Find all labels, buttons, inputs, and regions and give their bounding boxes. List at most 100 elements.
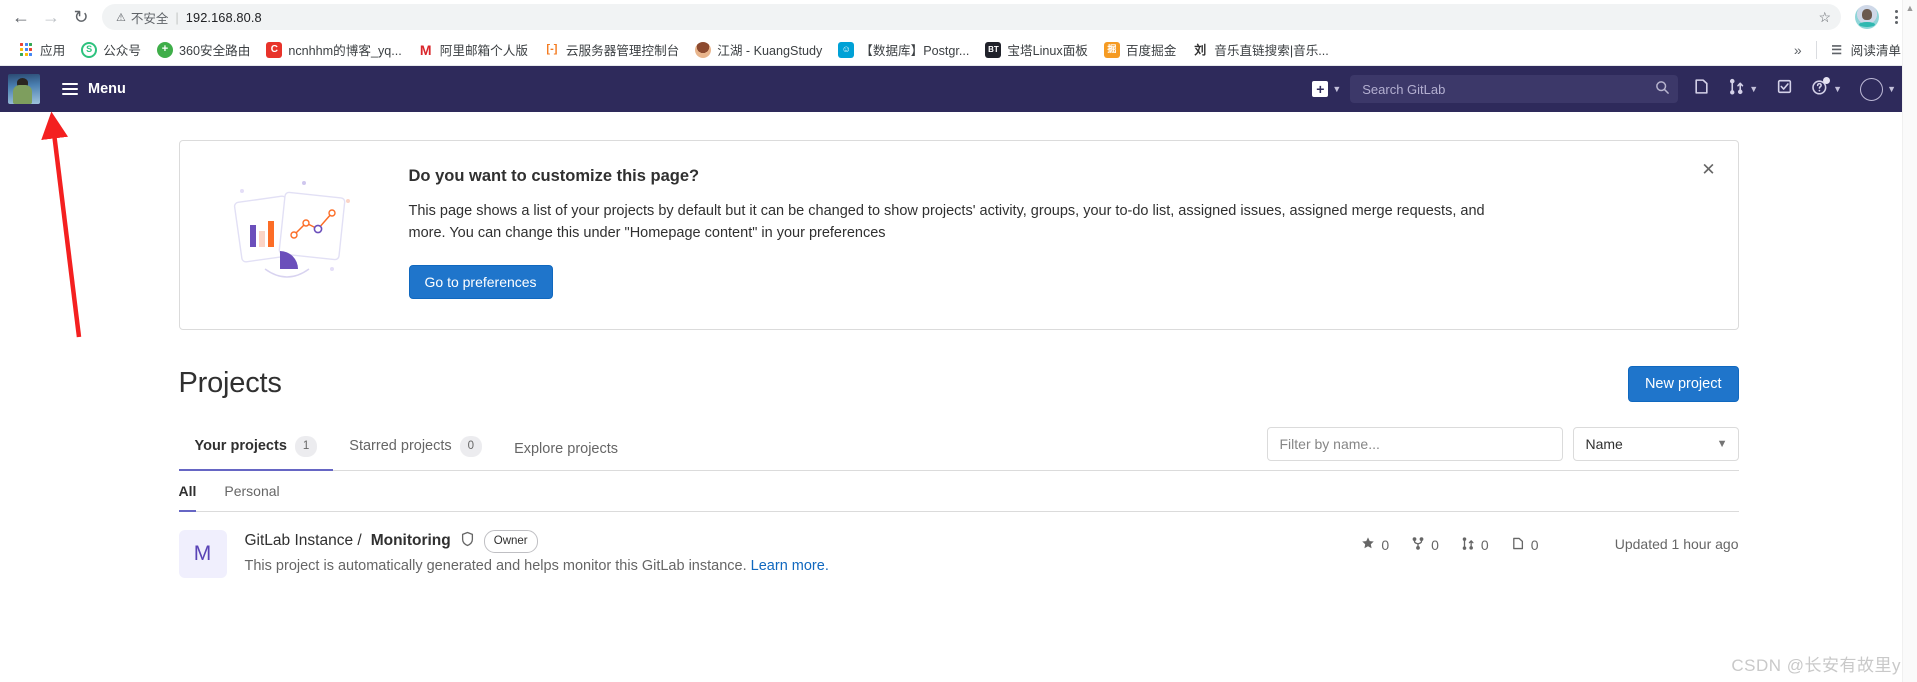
bookmark-label: ncnhhm的博客_yq... (288, 44, 402, 58)
bookmark-360-router[interactable]: + 360安全路由 (149, 37, 258, 62)
project-avatar: M (178, 529, 227, 578)
browser-toolbar: ← → ↻ ⚠ 不安全 | 192.168.80.8 ☆ (0, 0, 1917, 34)
banner-body: Do you want to customize this page? This… (385, 167, 1716, 299)
bookmark-label: 云服务器管理控制台 (565, 44, 680, 58)
stat-value: 0 (1431, 536, 1439, 553)
cloud-console-icon: [-] (543, 41, 560, 58)
hamburger-icon (62, 83, 78, 95)
page-title: Projects (178, 367, 282, 400)
chevron-down-icon: ▼ (1887, 84, 1896, 94)
merge-requests-button[interactable]: ▼ (1719, 72, 1767, 106)
content-container: Do you want to customize this page? This… (178, 112, 1739, 588)
csdn-blog-icon: C (266, 41, 283, 58)
go-to-preferences-button[interactable]: Go to preferences (408, 264, 553, 299)
back-arrow-icon[interactable]: ← (6, 2, 36, 32)
forward-arrow-icon: → (42, 7, 60, 27)
wechat-official-icon: S (81, 41, 98, 58)
projects-tabs: Your projects 1 Starred projects 0 Explo… (178, 424, 635, 471)
bookmark-kuangstudy[interactable]: 江湖 - KuangStudy (687, 37, 830, 62)
reading-list-icon: ☰ (1828, 41, 1845, 58)
subtab-personal[interactable]: Personal (224, 471, 293, 511)
table-row[interactable]: M GitLab Instance / Monitoring Owner Thi… (178, 512, 1739, 588)
address-bar[interactable]: ⚠ 不安全 | 192.168.80.8 ☆ (102, 4, 1841, 30)
bookmark-apps[interactable]: 应用 (10, 37, 73, 62)
close-x-icon[interactable]: ✕ (1698, 159, 1720, 181)
issues-icon (1693, 78, 1710, 100)
chevron-down-icon: ▼ (1749, 84, 1759, 94)
tab-starred-projects[interactable]: Starred projects 0 (333, 424, 498, 470)
bookmark-csdn-blog[interactable]: C ncnhhm的博客_yq... (258, 37, 409, 62)
bookmark-label: 阿里邮箱个人版 (439, 44, 528, 58)
bookmark-juejin[interactable]: 掘 百度掘金 (1096, 37, 1184, 62)
stat-stars[interactable]: 0 (1361, 536, 1389, 553)
projects-filters: Filter by name... Name ▼ (1266, 426, 1739, 467)
page-content: Do you want to customize this page? This… (0, 112, 1917, 682)
stat-value: 0 (1480, 536, 1489, 553)
bookmark-baota-panel[interactable]: BT 宝塔Linux面板 (977, 37, 1095, 62)
star-icon (1361, 536, 1375, 553)
chevron-down-icon: ▼ (1332, 84, 1342, 94)
reload-icon[interactable]: ↻ (66, 2, 96, 32)
apps-grid-icon (18, 42, 34, 58)
issues-button[interactable] (1684, 72, 1719, 106)
merge-request-icon (1728, 78, 1745, 100)
subtab-all[interactable]: All (178, 471, 211, 512)
filter-placeholder: Filter by name... (1279, 435, 1380, 452)
stat-merge-requests[interactable]: 0 (1461, 536, 1489, 554)
bookmarks-overflow-button[interactable]: » (1784, 42, 1812, 58)
tab-your-projects[interactable]: Your projects 1 (178, 424, 334, 471)
bookmark-label: 公众号 (103, 44, 141, 58)
projects-title-row: Projects New project (178, 365, 1739, 402)
search-input[interactable]: Search GitLab (1350, 75, 1679, 103)
main-menu-button[interactable]: Menu (54, 75, 134, 103)
scroll-up-arrow-icon[interactable]: ▲ (1903, 0, 1917, 13)
project-description-text: This project is automatically generated … (244, 557, 747, 574)
bookmark-label: 应用 (40, 44, 66, 58)
bilibili-icon: ☺ (838, 41, 855, 58)
bookmarks-divider (1815, 40, 1817, 59)
stat-issues[interactable]: 0 (1511, 536, 1539, 554)
banner-title: Do you want to customize this page? (408, 167, 700, 185)
chevron-down-icon: ▼ (1716, 437, 1728, 450)
bookmark-star-icon[interactable]: ☆ (1818, 9, 1831, 26)
project-name[interactable]: Monitoring (371, 532, 451, 550)
customize-page-banner: Do you want to customize this page? This… (178, 140, 1739, 330)
filter-by-name-input[interactable]: Filter by name... (1266, 426, 1563, 461)
project-namespace[interactable]: GitLab Instance / (245, 532, 362, 550)
bookmark-label: 宝塔Linux面板 (1007, 44, 1088, 58)
new-project-button[interactable]: New project (1627, 365, 1739, 402)
create-new-button[interactable]: + ▼ (1303, 72, 1350, 106)
tab-explore-projects[interactable]: Explore projects (498, 429, 634, 470)
sort-by-select[interactable]: Name ▼ (1572, 426, 1739, 461)
baota-panel-icon: BT (985, 41, 1002, 58)
learn-more-link[interactable]: Learn more. (751, 558, 829, 574)
security-status-label: 不安全 (130, 11, 169, 26)
360-router-icon: + (156, 41, 173, 58)
bookmark-music-search[interactable]: 刘 音乐直链搜索|音乐... (1184, 37, 1337, 62)
reading-list-label: 阅读清单 (1850, 44, 1901, 58)
bookmark-label: 百度掘金 (1125, 44, 1177, 58)
shield-icon (460, 531, 475, 552)
tab-count-badge: 1 (294, 435, 318, 457)
project-updated-time: Updated 1 hour ago (1614, 535, 1739, 552)
tab-label: Explore projects (514, 440, 619, 457)
gitlab-user-avatar-logo[interactable] (8, 74, 40, 104)
omnibox-divider: | (175, 9, 179, 25)
help-button[interactable]: ▼ (1802, 72, 1851, 106)
todo-checkbox-icon (1776, 78, 1793, 100)
bookmark-cloud-console[interactable]: [-] 云服务器管理控制台 (536, 37, 687, 62)
page-scrollbar[interactable]: ▲ (1902, 0, 1917, 682)
user-menu-button[interactable]: ▼ (1851, 72, 1905, 106)
bookmark-aliyun-mail[interactable]: M 阿里邮箱个人版 (410, 37, 536, 62)
bookmark-gongzhonghao[interactable]: S 公众号 (73, 37, 149, 62)
bookmark-bilibili-postgres[interactable]: ☺ 【数据库】Postgr... (830, 37, 977, 62)
reading-list-button[interactable]: ☰ 阅读清单 (1821, 37, 1909, 62)
project-description: This project is automatically generated … (245, 558, 1362, 574)
aliyun-mail-icon: M (417, 41, 434, 58)
browser-profile-avatar[interactable] (1855, 5, 1879, 29)
navbar-right-group: + ▼ Search GitLab ▼ ▼ ▼ (1303, 72, 1917, 106)
music-search-icon: 刘 (1192, 41, 1209, 58)
bookmark-label: 江湖 - KuangStudy (717, 44, 823, 58)
stat-forks[interactable]: 0 (1411, 536, 1439, 554)
todo-list-button[interactable] (1767, 72, 1802, 106)
